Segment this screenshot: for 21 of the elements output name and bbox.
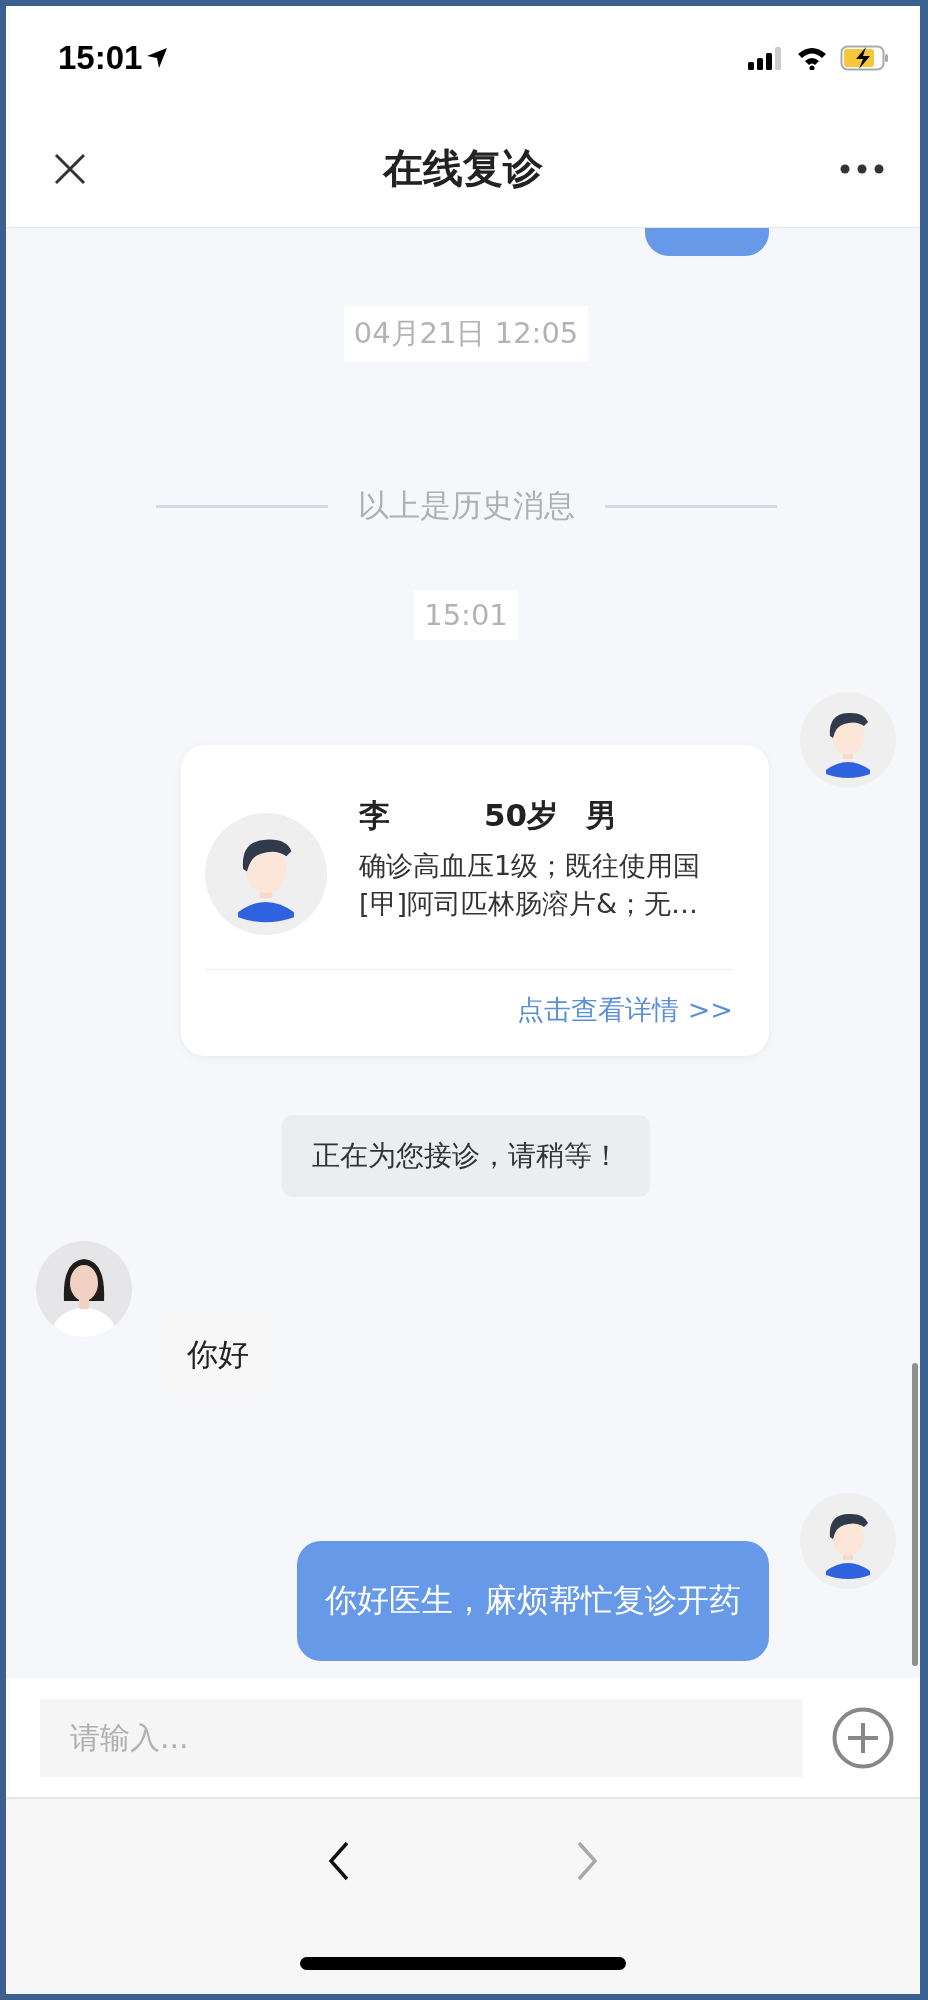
timestamp: 15:01 — [414, 590, 518, 640]
message-input-field[interactable]: 请输入... — [40, 1698, 802, 1777]
diagnosis-summary: 确诊高血压1级；既往使用国[甲]阿司匹林肠溶片&；无… — [359, 849, 702, 921]
patient-card[interactable]: 李 50岁 男 确诊高血压1级；既往使用国[甲]阿司匹林肠溶片&；无… 点击查看详情 >> — [181, 745, 769, 1056]
history-divider-label: 以上是历史消息 — [357, 486, 575, 525]
signal-icon — [748, 46, 784, 70]
timestamp: 04月21日 12:05 — [343, 306, 589, 362]
system-notice: 正在为您接诊，请稍等！ — [282, 1115, 650, 1197]
page-title: 在线复诊 — [381, 144, 544, 193]
battery-charging-icon — [840, 45, 890, 71]
status-time: 15:01 — [58, 39, 143, 77]
patient-name: 李 — [359, 796, 390, 835]
more-icon[interactable] — [840, 163, 884, 174]
add-icon[interactable] — [832, 1706, 894, 1769]
patient-gender: 男 — [586, 796, 618, 835]
location-arrow-icon — [146, 47, 169, 69]
close-icon[interactable] — [54, 152, 86, 185]
message-bubble: 你好 — [163, 1312, 273, 1398]
wifi-icon — [796, 46, 828, 70]
patient-age: 50岁 — [484, 796, 559, 835]
message-bubble: 你好医生，麻烦帮忙复诊开药 — [297, 1541, 769, 1661]
